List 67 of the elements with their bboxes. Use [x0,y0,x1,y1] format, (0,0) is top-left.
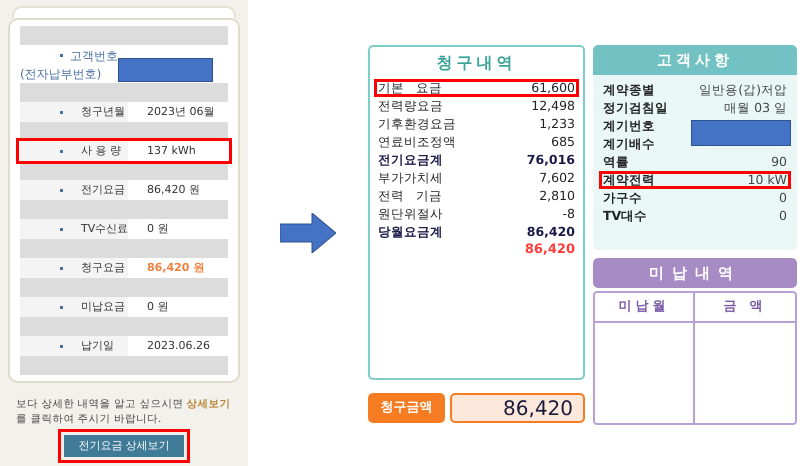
customer-item-value: 매월 03 일 [724,98,787,117]
bill-item-value: 2,810 [539,186,575,205]
customer-item-value: 일반용(갑)저압 [699,80,787,99]
claim-label: 청구금액 [368,393,445,423]
customer-item-label: 계기번호 [603,116,655,135]
bill-item-value: 76,016 [526,150,575,169]
bullet-icon [60,188,63,192]
customer-item-label: 가구수 [603,188,642,207]
row-label: TV수신료 [81,220,130,237]
bullet-icon [60,150,63,152]
customer-number-label: 고객번호 [70,48,118,65]
row-value: 86,420 원 [147,260,204,276]
bill-item-label: 당월요금계 [378,222,443,241]
bullet-icon [60,228,63,230]
bill-item-label: 부가가치세 [378,168,443,187]
customer-item-label: 계약종별 [603,80,655,99]
bullet-icon [60,306,63,308]
row-value: 0 원 [147,298,168,315]
bullet-icon [60,54,63,57]
row-label: 청구년월 [81,104,126,120]
customer-item-label: 역률 [603,152,629,171]
row-label: 전기요금 [81,182,126,198]
bill-item-value: 685 [551,132,575,151]
row-value: 2023년 06월 [147,104,214,120]
column-header: 금 액 [695,293,795,323]
bill-item-value: 12,498 [531,96,575,115]
bill-item-value: 1,233 [539,114,575,133]
claim-amount: 86,420 [450,393,585,423]
panel-title: 고객사항 [593,45,797,75]
bill-item-value: 7,602 [539,168,575,187]
row-label: 사 용 량 [81,142,122,159]
row-value: 86,420 원 [147,182,200,198]
bill-item-label: 전력 기금 [378,186,442,205]
customer-item-label: 정기검침일 [603,98,668,117]
grand-total-value: 86,420 [524,241,575,260]
bill-item-label: 전기요금계 [378,150,443,169]
panel-title: 청구내역 [436,52,518,74]
customer-item-value: 0 [779,206,787,225]
bill-item-label: 기후환경요금 [378,114,456,133]
bill-item-label: 연료비조정액 [378,132,456,151]
row-value: 2023.06.26 [147,338,210,354]
bill-item-label: 원단위절사 [378,204,443,223]
row-label: 납기일 [81,338,115,354]
bill-item-value: 86,420 [526,222,575,241]
bill-item-label: 기본 요금 [378,78,442,97]
panel-title: 미납내역 [593,258,797,288]
customer-item-label: 계약전력 [603,170,655,189]
customer-item-label: TV대수 [603,206,648,225]
row-value: 0 원 [147,220,168,237]
arrow-icon [280,213,336,253]
customer-item-value: 90 [771,152,787,171]
detail-button[interactable]: 전기요금 상세보기 [64,435,184,457]
customer-number-sublabel: (전자납부번호) [20,66,102,83]
help-text: 보다 상세한 내역을 알고 싶으시면 상세보기를 클릭하여 주시기 바랍니다. [15,397,232,427]
bill-item-value: -8 [562,204,575,223]
bill-item-value: 61,600 [531,78,575,97]
customer-item-value: 10 kW [748,170,787,189]
bullet-icon [60,344,63,348]
bill-item-label: 전력량요금 [378,96,443,115]
customer-item-label: 계기배수 [603,134,655,153]
bullet-icon [60,266,63,270]
customer-item-value: 0 [779,188,787,207]
column-header: 미납월 [595,293,695,323]
bullet-icon [60,110,63,114]
row-label: 미납요금 [81,298,126,315]
row-value: 137 kWh [147,142,196,159]
row-label: 청구요금 [81,260,126,276]
